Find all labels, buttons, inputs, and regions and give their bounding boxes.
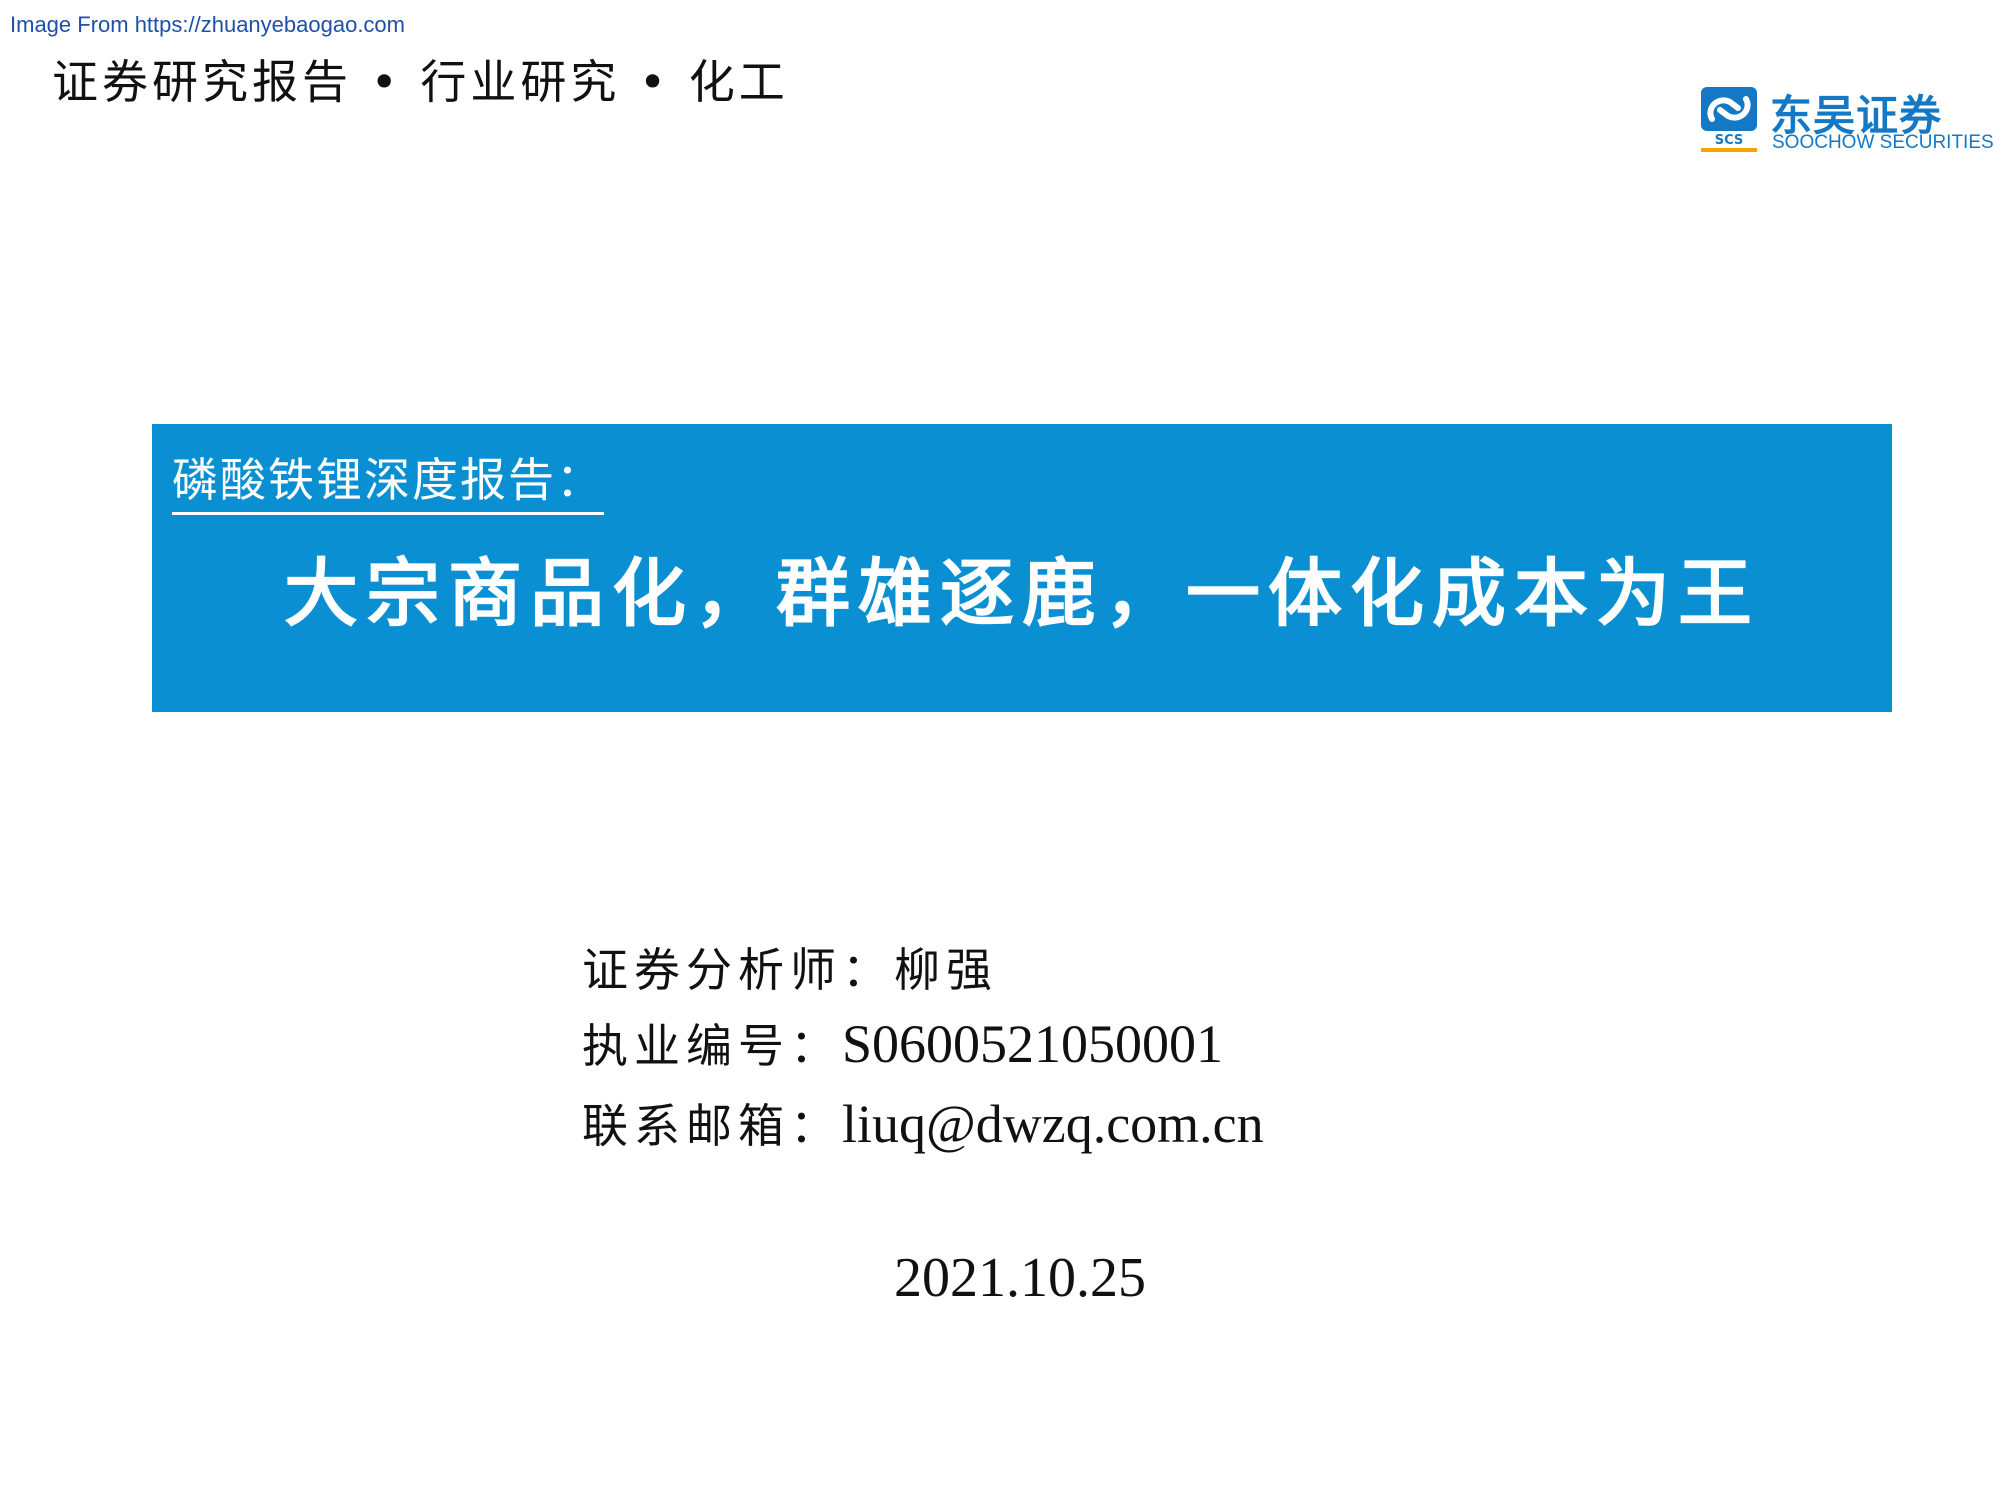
email-label: 联系邮箱： bbox=[582, 1099, 842, 1153]
analyst-label: 证券分析师： bbox=[582, 943, 894, 997]
report-category: 证券研究报告 • 行业研究 • 化工 bbox=[52, 55, 789, 109]
report-subtitle: 磷酸铁锂深度报告： bbox=[172, 444, 604, 515]
email-address[interactable]: liuq@dwzq.com.cn bbox=[842, 1094, 1264, 1154]
title-banner: 磷酸铁锂深度报告： 大宗商品化，群雄逐鹿，一体化成本为王 bbox=[152, 424, 1892, 712]
logo-name-en: SOOCHOW SECURITIES bbox=[1772, 132, 1994, 153]
license-number: S0600521050001 bbox=[842, 1014, 1224, 1074]
license-row: 执业编号：S0600521050001 bbox=[582, 1010, 1223, 1076]
logo-mark-text: SCS bbox=[1715, 133, 1744, 148]
company-logo: SCS 东吴证券 SOOCHOW SECURITIES bbox=[1700, 82, 1994, 157]
analyst-name: 柳强 bbox=[894, 943, 998, 997]
report-date: 2021.10.25 bbox=[894, 1247, 1146, 1309]
email-row: 联系邮箱：liuq@dwzq.com.cn bbox=[582, 1090, 1264, 1156]
watermark-link[interactable]: Image From https://zhuanyebaogao.com bbox=[10, 12, 405, 38]
soochow-logo-icon: SCS bbox=[1701, 87, 1757, 152]
report-title: 大宗商品化，群雄逐鹿，一体化成本为王 bbox=[284, 551, 1760, 637]
license-label: 执业编号： bbox=[582, 1019, 842, 1073]
analyst-row: 证券分析师：柳强 bbox=[582, 934, 998, 1000]
